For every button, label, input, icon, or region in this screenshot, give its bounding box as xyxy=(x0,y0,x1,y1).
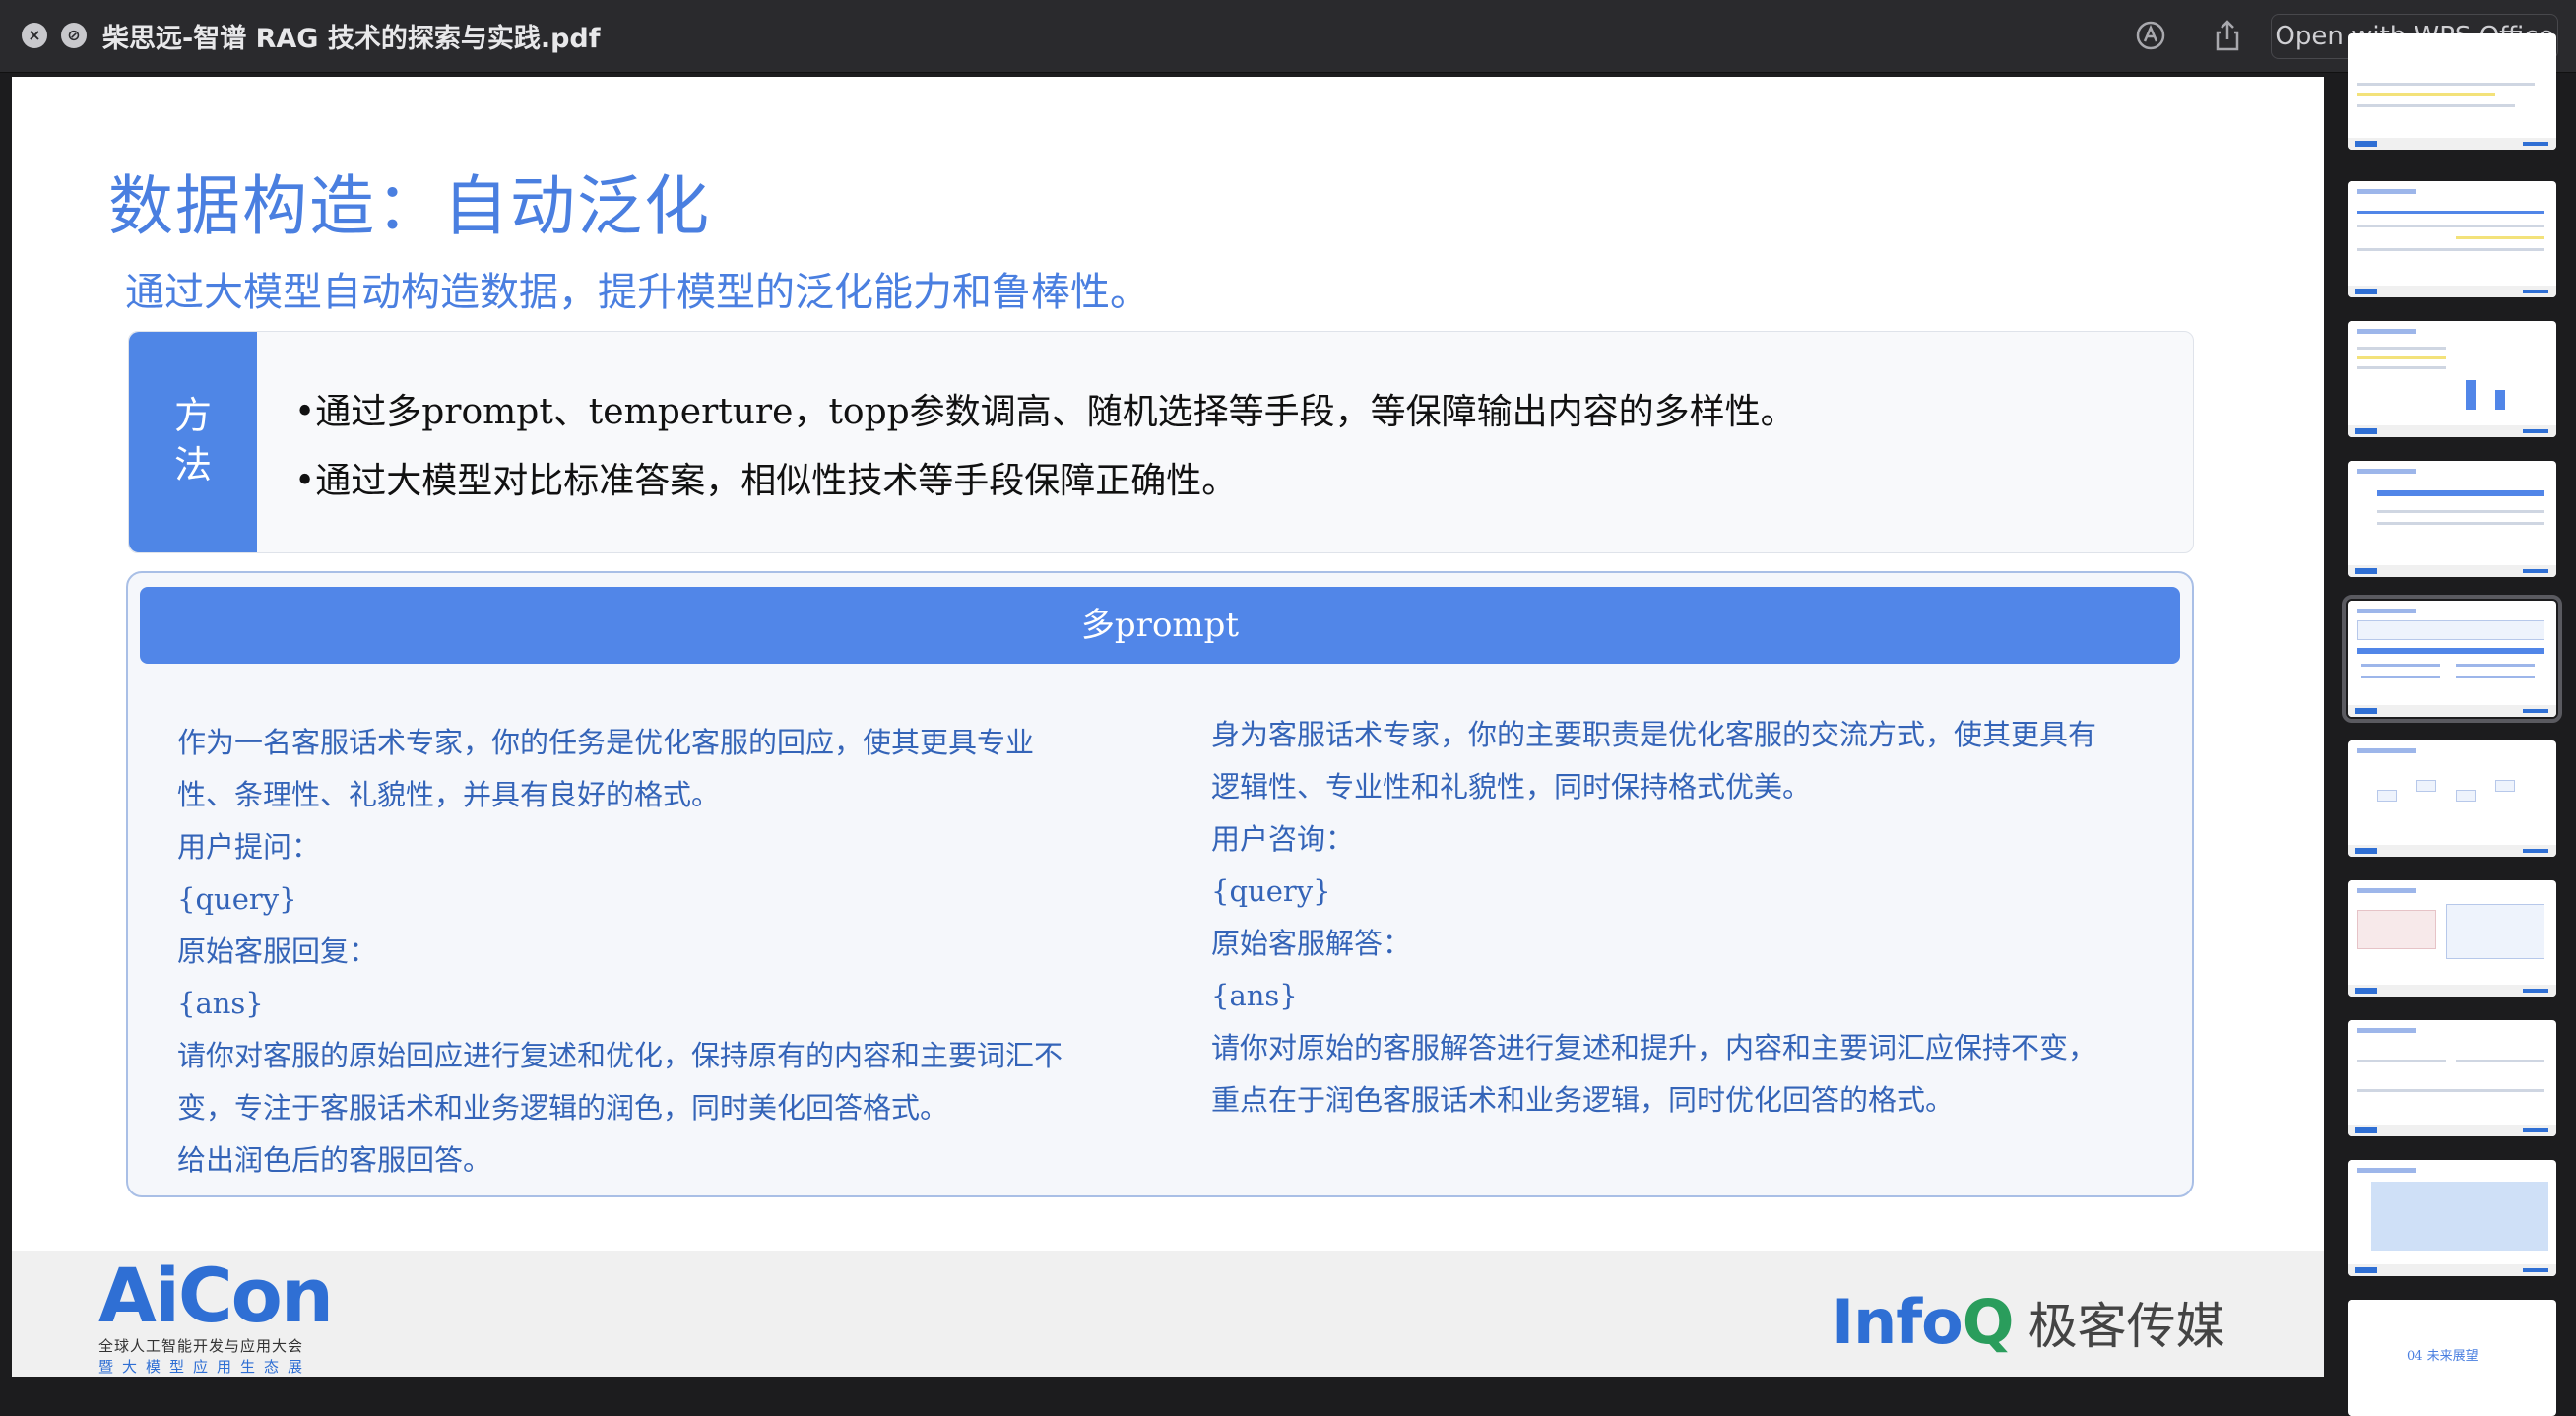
page-thumbnail[interactable]: 04 未来展望 xyxy=(2348,1300,2556,1416)
prompt-line: {query} xyxy=(177,882,297,916)
prompt-line: 给出润色后的客服回答。 xyxy=(177,1143,492,1177)
share-icon[interactable] xyxy=(2210,18,2245,53)
aicon-logo-subtitle: 全球人工智能开发与应用大会 xyxy=(98,1337,304,1355)
prompt-line: 变，专注于客服话术和业务逻辑的润色，同时美化回答格式。 xyxy=(177,1091,949,1125)
slide-title: 数据构造：自动泛化 xyxy=(108,168,711,244)
prompt-line: 重点在于润色客服话术和业务逻辑，同时优化回答的格式。 xyxy=(1211,1083,1955,1117)
page-thumbnail[interactable] xyxy=(2348,740,2556,857)
page-thumbnail[interactable] xyxy=(2348,461,2556,577)
page-thumbnail[interactable] xyxy=(2348,321,2556,437)
prompt-box: 多prompt 作为一名客服话术专家，你的任务是优化客服的回应，使其更具专业 性… xyxy=(126,571,2194,1197)
method-tag-label: 方法 xyxy=(173,394,212,486)
prompt-line: {ans} xyxy=(177,987,264,1020)
pin-icon[interactable]: ⊘ xyxy=(61,23,87,48)
prompt-line: 原始客服解答： xyxy=(1211,927,1412,960)
markup-icon[interactable] xyxy=(2133,18,2168,53)
page-thumbnail-current[interactable] xyxy=(2342,595,2562,723)
aicon-logo: AiCon 全球人工智能开发与应用大会 暨大模型应用生态展 xyxy=(98,1258,335,1377)
method-bullet: •通过大模型对比标准答案，相似性技术等手段保障正确性。 xyxy=(294,461,1238,501)
close-icon[interactable]: × xyxy=(22,23,47,48)
prompt-line: 原始客服回复： xyxy=(177,934,378,968)
pdf-viewer[interactable]: 数据构造：自动泛化 通过大模型自动构造数据，提升模型的泛化能力和鲁棒性。 方法 … xyxy=(0,73,2334,1388)
slide-footer: AiCon 全球人工智能开发与应用大会 暨大模型应用生态展 InfoQ 极客传媒 xyxy=(12,1251,2324,1377)
page-thumbnail[interactable] xyxy=(2348,33,2556,150)
prompt-line: 用户咨询： xyxy=(1211,822,1355,856)
prompt-line: 请你对原始的客服解答进行复述和提升，内容和主要词汇应保持不变， xyxy=(1211,1031,2097,1064)
method-box: 方法 •通过多prompt、temperture，topp参数调高、随机选择等手… xyxy=(128,331,2194,553)
infoq-logo: InfoQ 极客传媒 xyxy=(1832,1286,2225,1358)
method-bullet: •通过多prompt、temperture，topp参数调高、随机选择等手段，等… xyxy=(294,392,1796,432)
prompt-line: 用户提问： xyxy=(177,830,321,864)
method-tag: 方法 xyxy=(129,332,257,552)
page-thumbnail[interactable] xyxy=(2348,181,2556,297)
page-thumbnail[interactable] xyxy=(2348,880,2556,997)
prompt-line: {query} xyxy=(1211,874,1331,908)
prompt-line: 身为客服话术专家，你的主要职责是优化客服的交流方式，使其更具有 xyxy=(1211,718,2097,751)
prompt-header: 多prompt xyxy=(140,587,2180,664)
aicon-logo-text: AiCon xyxy=(98,1252,334,1339)
prompt-line: 性、条理性、礼貌性，并具有良好的格式。 xyxy=(177,778,721,811)
prompt-line: 请你对客服的原始回应进行复述和优化，保持原有的内容和主要词汇不 xyxy=(177,1039,1063,1072)
prompt-left-column: 作为一名客服话术专家，你的任务是优化客服的回应，使其更具专业 性、条理性、礼貌性… xyxy=(177,717,1063,1187)
page-thumbnail[interactable] xyxy=(2348,1020,2556,1136)
infoq-logo-cn: 极客传媒 xyxy=(2028,1297,2225,1355)
slide-page: 数据构造：自动泛化 通过大模型自动构造数据，提升模型的泛化能力和鲁棒性。 方法 … xyxy=(12,77,2324,1377)
aicon-logo-subtitle-2: 暨大模型应用生态展 xyxy=(98,1358,312,1376)
page-thumbnail[interactable] xyxy=(2348,1160,2556,1276)
prompt-line: 逻辑性、专业性和礼貌性，同时保持格式优美。 xyxy=(1211,770,1812,804)
slide-subtitle: 通过大模型自动构造数据，提升模型的泛化能力和鲁棒性。 xyxy=(125,270,1149,315)
thumbnail-sidebar[interactable]: 04 未来展望 xyxy=(2334,33,2576,1416)
infoq-q: Q xyxy=(1962,1286,2015,1358)
prompt-line: {ans} xyxy=(1211,979,1298,1012)
title-bar: × ⊘ 柴思远-智谱 RAG 技术的探索与实践.pdf Open with WP… xyxy=(0,0,2576,73)
infoq-logo-text: InfoQ xyxy=(1832,1286,2014,1358)
infoq-info: Info xyxy=(1832,1286,1964,1358)
thumbnail-label: 04 未来展望 xyxy=(2407,1349,2479,1364)
prompt-right-column: 身为客服话术专家，你的主要职责是优化客服的交流方式，使其更具有 逻辑性、专业性和… xyxy=(1211,709,2096,1126)
prompt-line: 作为一名客服话术专家，你的任务是优化客服的回应，使其更具专业 xyxy=(177,726,1035,759)
document-title: 柴思远-智谱 RAG 技术的探索与实践.pdf xyxy=(102,24,601,54)
